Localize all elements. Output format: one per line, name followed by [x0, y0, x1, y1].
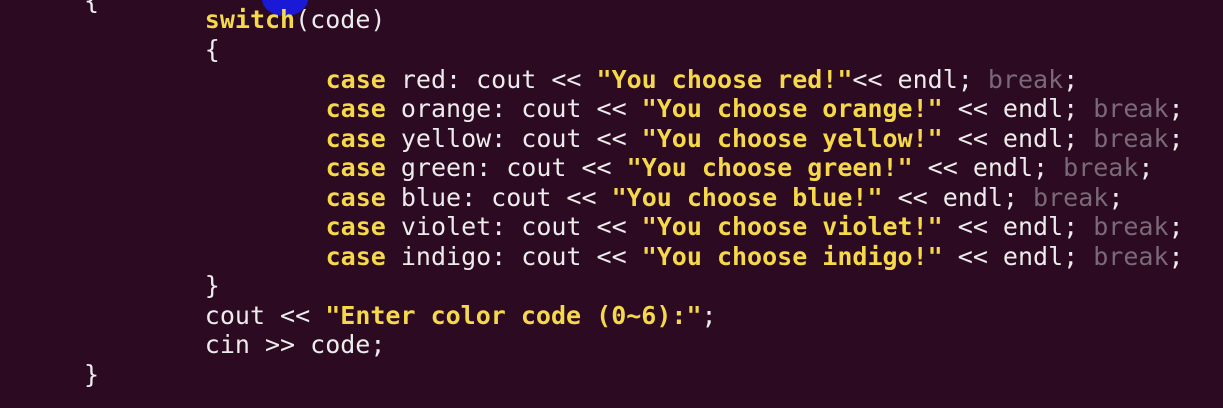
- keyword-token: case: [325, 94, 386, 123]
- code-token: ;: [1168, 242, 1184, 271]
- code-token: << endl;: [942, 94, 1094, 123]
- code-token: << endl;: [942, 242, 1094, 271]
- code-line[interactable]: switch(code): [205, 5, 386, 35]
- code-token: cout <<: [204, 301, 326, 330]
- code-token: green: cout <<: [385, 153, 627, 182]
- code-token: cin >> code;: [204, 330, 386, 359]
- code-line[interactable]: }: [84, 360, 99, 390]
- code-token: }: [84, 360, 100, 389]
- string-token: "You choose blue!": [611, 183, 883, 212]
- code-line[interactable]: {: [84, 0, 99, 16]
- break-token: break: [1093, 124, 1169, 153]
- code-line[interactable]: case yellow: cout << "You choose yellow!…: [326, 124, 1184, 154]
- code-token: (code): [295, 5, 386, 34]
- code-token: ;: [1063, 65, 1079, 94]
- string-token: "You choose green!": [626, 153, 913, 182]
- code-token: }: [204, 271, 220, 300]
- break-token: break: [1093, 94, 1169, 123]
- string-token: "You choose red!": [596, 65, 853, 94]
- code-token: {: [84, 0, 100, 15]
- code-line[interactable]: case orange: cout << "You choose orange!…: [326, 94, 1184, 124]
- code-token: << endl;: [942, 124, 1094, 153]
- string-token: "You choose yellow!": [641, 124, 943, 153]
- keyword-token: case: [325, 153, 386, 182]
- code-token: blue: cout <<: [385, 183, 612, 212]
- keyword-token: case: [325, 242, 386, 271]
- code-line[interactable]: case blue: cout << "You choose blue!" <<…: [326, 183, 1124, 213]
- code-line[interactable]: case violet: cout << "You choose violet!…: [326, 212, 1184, 242]
- code-line[interactable]: }: [205, 271, 220, 301]
- code-token: violet: cout <<: [385, 212, 642, 241]
- code-editor[interactable]: {switch(code){case red: cout << "You cho…: [0, 0, 1223, 408]
- code-token: ;: [1108, 183, 1124, 212]
- code-token: ;: [701, 301, 717, 330]
- code-token: ;: [1168, 124, 1184, 153]
- keyword-token: case: [325, 124, 386, 153]
- code-token: << endl;: [942, 212, 1094, 241]
- keyword-token: case: [325, 183, 386, 212]
- break-token: break: [987, 65, 1064, 94]
- code-token: ;: [1168, 94, 1184, 123]
- keyword-token: case: [325, 212, 386, 241]
- code-token: red: cout <<: [385, 65, 597, 94]
- break-token: break: [1093, 212, 1169, 241]
- code-token: ;: [1168, 212, 1184, 241]
- code-token: indigo: cout <<: [385, 242, 642, 271]
- break-token: break: [1063, 153, 1139, 182]
- keyword-token: switch: [204, 5, 296, 34]
- string-token: "You choose indigo!": [641, 242, 943, 271]
- code-line[interactable]: {: [205, 35, 220, 65]
- break-token: break: [1033, 183, 1109, 212]
- break-token: break: [1093, 242, 1169, 271]
- string-token: "Enter color code (0~6):": [325, 301, 702, 330]
- code-token: orange: cout <<: [385, 94, 642, 123]
- string-token: "You choose violet!": [641, 212, 943, 241]
- keyword-token: case: [325, 65, 386, 94]
- code-token: << endl;: [852, 65, 988, 94]
- code-line[interactable]: cin >> code;: [205, 330, 386, 360]
- code-token: ;: [1138, 153, 1154, 182]
- code-line[interactable]: case red: cout << "You choose red!"<< en…: [326, 65, 1079, 95]
- code-token: << endl;: [912, 153, 1064, 182]
- code-line[interactable]: cout << "Enter color code (0~6):";: [205, 301, 717, 331]
- code-token: {: [204, 35, 220, 64]
- string-token: "You choose orange!": [641, 94, 943, 123]
- code-line[interactable]: case green: cout << "You choose green!" …: [326, 153, 1154, 183]
- code-token: yellow: cout <<: [385, 124, 642, 153]
- code-line[interactable]: case indigo: cout << "You choose indigo!…: [326, 242, 1184, 272]
- code-token: << endl;: [882, 183, 1034, 212]
